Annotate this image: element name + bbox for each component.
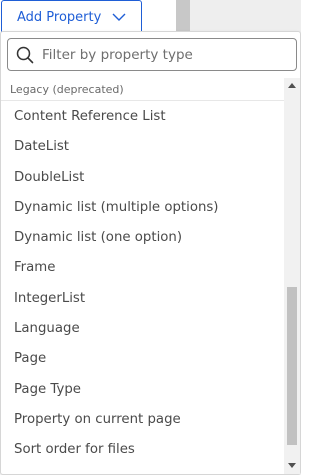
scrollbar[interactable] (284, 78, 300, 474)
search-field[interactable] (7, 38, 297, 71)
list-item[interactable]: Dynamic list (multiple options) (1, 193, 285, 223)
scroll-up-icon[interactable] (288, 83, 296, 88)
property-type-dropdown: Legacy (deprecated) Content Reference Li… (0, 31, 301, 475)
search-input[interactable] (42, 46, 282, 63)
list-item[interactable]: Page Type (1, 375, 285, 405)
list-item[interactable]: Page (1, 344, 285, 374)
background-panel (190, 0, 301, 34)
add-property-button[interactable]: Add Property (1, 0, 142, 34)
list-item[interactable]: Dynamic list (one option) (1, 223, 285, 253)
list-item[interactable]: IntegerList (1, 284, 285, 314)
list-item[interactable]: Sort order for files (1, 435, 285, 465)
scroll-down-icon[interactable] (288, 463, 296, 468)
item-list: Content Reference List DateList DoubleLi… (1, 101, 285, 466)
list-item[interactable]: Frame (1, 253, 285, 283)
search-icon (16, 46, 34, 63)
chevron-down-icon (111, 9, 127, 25)
property-type-list: Legacy (deprecated) Content Reference Li… (1, 78, 285, 474)
list-item[interactable]: Language (1, 314, 285, 344)
list-item[interactable]: Property on current page (1, 405, 285, 435)
background-panel-edge (176, 0, 190, 34)
group-header: Legacy (deprecated) (1, 78, 285, 101)
scrollbar-thumb[interactable] (287, 287, 297, 445)
page: Add Property Legacy (deprecated) Content… (0, 0, 301, 475)
list-item[interactable]: DateList (1, 132, 285, 162)
list-item[interactable]: DoubleList (1, 163, 285, 193)
add-property-label: Add Property (17, 9, 102, 25)
list-item[interactable]: Content Reference List (1, 102, 285, 132)
